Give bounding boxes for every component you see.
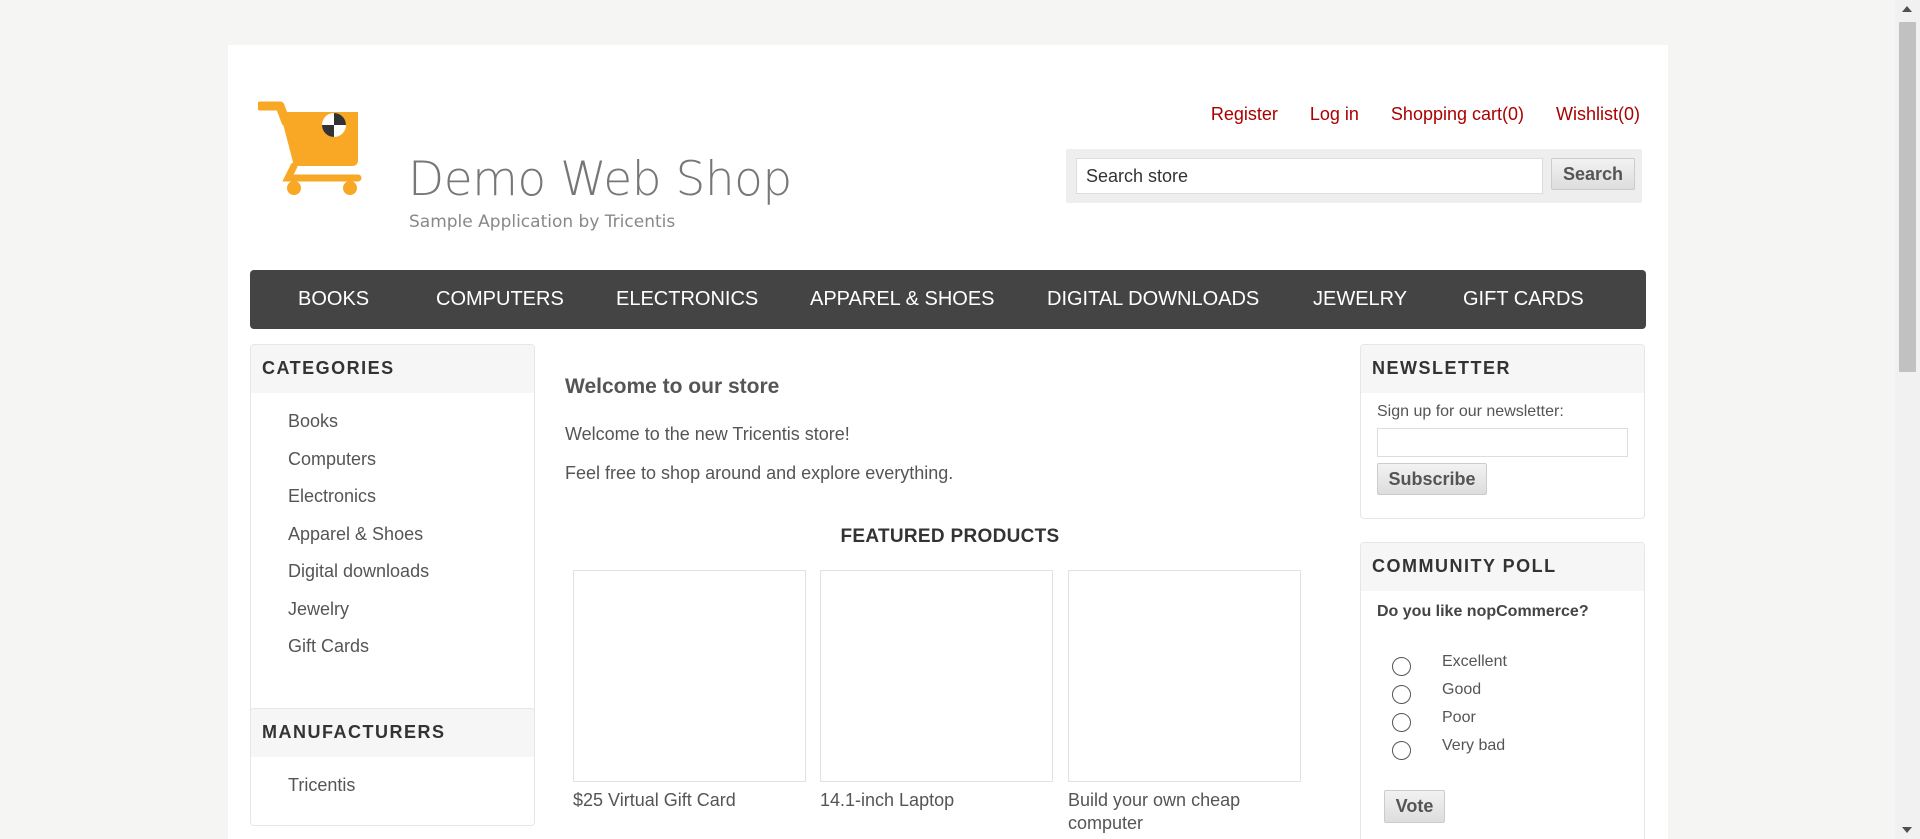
- menu-item-apparel-shoes[interactable]: APPAREL & SHOES: [810, 270, 995, 329]
- top-menu: BOOKS COMPUTERS ELECTRONICS APPAREL & SH…: [250, 270, 1646, 329]
- product-title-laptop[interactable]: 14.1-inch Laptop: [820, 789, 1020, 812]
- subscribe-button[interactable]: Subscribe: [1377, 463, 1487, 495]
- manufacturers-block: MANUFACTURERS Tricentis: [250, 708, 535, 826]
- welcome-title: Welcome to our store: [565, 375, 780, 398]
- newsletter-title: NEWSLETTER: [1361, 345, 1644, 393]
- categories-title: CATEGORIES: [251, 345, 534, 393]
- page-container: Demo Web Shop Sample Application by Tric…: [228, 45, 1668, 839]
- search-button[interactable]: Search: [1551, 158, 1635, 190]
- featured-products-title: FEATURED PRODUCTS: [840, 526, 1060, 547]
- product-image[interactable]: [573, 570, 806, 782]
- poll-question: Do you like nopCommerce?: [1377, 603, 1589, 620]
- poll-option-label: Poor: [1442, 709, 1476, 726]
- category-item-apparel-shoes[interactable]: Apparel & Shoes: [288, 516, 534, 554]
- newsletter-label: Sign up for our newsletter:: [1377, 403, 1564, 420]
- search-box: Search: [1066, 149, 1642, 203]
- radio-button[interactable]: [1392, 657, 1411, 676]
- menu-item-gift-cards[interactable]: GIFT CARDS: [1463, 270, 1584, 329]
- header-links: Register Log in Shopping cart(0) Wishlis…: [1211, 104, 1640, 125]
- logo-title: Demo Web Shop: [408, 152, 792, 207]
- radio-button[interactable]: [1392, 713, 1411, 732]
- shopping-cart-link[interactable]: Shopping cart(0): [1391, 104, 1524, 125]
- manufacturers-list: Tricentis: [251, 757, 534, 805]
- poll-option-label: Very bad: [1442, 737, 1506, 754]
- shopping-cart-icon: [258, 101, 362, 195]
- vertical-scrollbar[interactable]: [1895, 0, 1920, 839]
- category-item-computers[interactable]: Computers: [288, 441, 534, 479]
- poll-option-label: Excellent: [1442, 653, 1507, 670]
- newsletter-email-input[interactable]: [1377, 428, 1628, 457]
- site-logo[interactable]: Demo Web Shop Sample Application by Tric…: [258, 100, 792, 232]
- categories-list: Books Computers Electronics Apparel & Sh…: [251, 393, 534, 666]
- menu-item-computers[interactable]: COMPUTERS: [436, 270, 564, 329]
- vote-button[interactable]: Vote: [1384, 790, 1445, 823]
- scrollbar-thumb[interactable]: [1899, 22, 1916, 372]
- register-link[interactable]: Register: [1211, 104, 1278, 125]
- product-title-gift-card[interactable]: $25 Virtual Gift Card: [573, 789, 773, 812]
- product-image[interactable]: [820, 570, 1053, 782]
- menu-item-digital-downloads[interactable]: DIGITAL DOWNLOADS: [1047, 270, 1259, 329]
- wishlist-link[interactable]: Wishlist(0): [1556, 104, 1640, 125]
- welcome-text-1: Welcome to the new Tricentis store!: [565, 424, 850, 444]
- scroll-up-arrow-icon[interactable]: [1902, 6, 1912, 12]
- newsletter-block: NEWSLETTER Sign up for our newsletter: S…: [1360, 344, 1645, 519]
- welcome-text-2: Feel free to shop around and explore eve…: [565, 463, 954, 483]
- category-item-books[interactable]: Books: [288, 403, 534, 441]
- category-item-digital-downloads[interactable]: Digital downloads: [288, 553, 534, 591]
- logo-subtitle: Sample Application by Tricentis: [409, 212, 676, 232]
- product-title-cheap-computer[interactable]: Build your own cheap computer: [1068, 789, 1268, 835]
- radio-button[interactable]: [1392, 685, 1411, 704]
- menu-item-jewelry[interactable]: JEWELRY: [1313, 270, 1407, 329]
- search-input[interactable]: [1076, 158, 1543, 194]
- manufacturers-title: MANUFACTURERS: [251, 709, 534, 757]
- community-poll-block: COMMUNITY POLL Do you like nopCommerce? …: [1360, 542, 1645, 839]
- scroll-down-arrow-icon[interactable]: [1902, 827, 1912, 833]
- radio-button[interactable]: [1392, 741, 1411, 760]
- menu-item-books[interactable]: BOOKS: [298, 270, 369, 329]
- category-item-electronics[interactable]: Electronics: [288, 478, 534, 516]
- poll-option-label: Good: [1442, 681, 1482, 698]
- categories-block: CATEGORIES Books Computers Electronics A…: [250, 344, 535, 730]
- login-link[interactable]: Log in: [1310, 104, 1359, 125]
- poll-title: COMMUNITY POLL: [1361, 543, 1644, 591]
- category-item-jewelry[interactable]: Jewelry: [288, 591, 534, 629]
- category-item-gift-cards[interactable]: Gift Cards: [288, 628, 534, 666]
- manufacturer-item-tricentis[interactable]: Tricentis: [288, 767, 534, 805]
- product-image[interactable]: [1068, 570, 1301, 782]
- menu-item-electronics[interactable]: ELECTRONICS: [616, 270, 758, 329]
